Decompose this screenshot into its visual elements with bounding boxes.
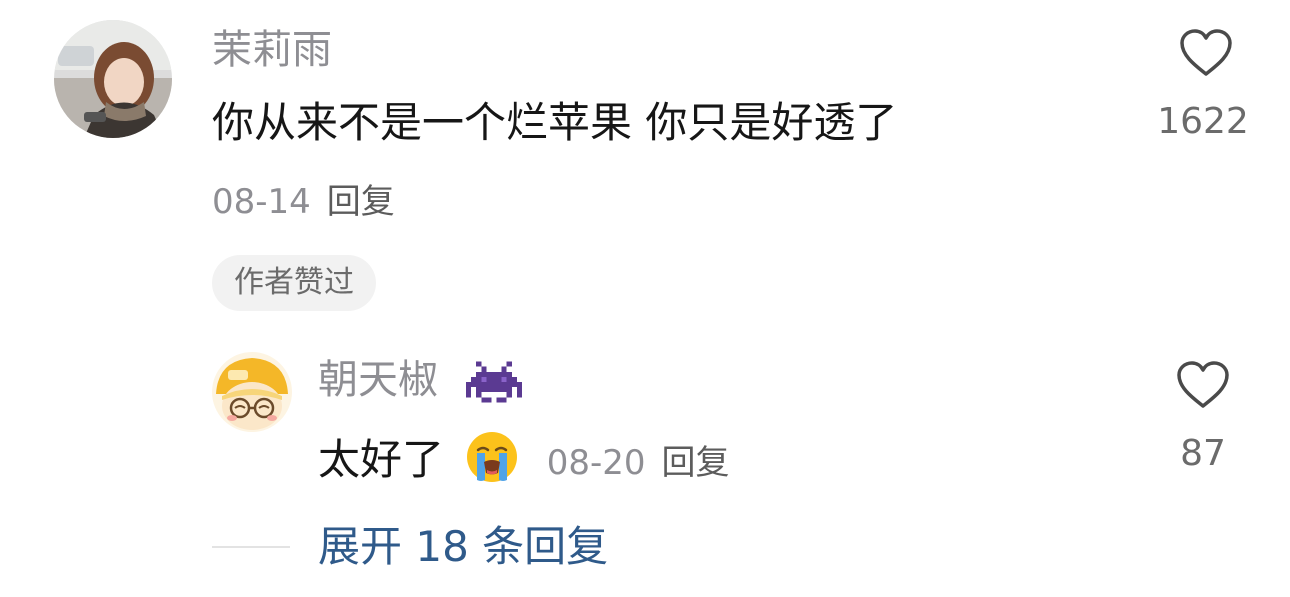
avatar[interactable] (54, 20, 172, 138)
reply-like-button[interactable] (1143, 360, 1263, 414)
divider (212, 546, 290, 548)
reply-line: 太好了 08-20 回复 (318, 430, 730, 487)
comment-text: 你从来不是一个烂苹果 你只是好透了 (212, 98, 898, 147)
space-invader-icon (466, 360, 522, 408)
heart-outline-icon[interactable] (1178, 28, 1234, 78)
heart-outline-icon[interactable] (1175, 360, 1231, 410)
reply-username[interactable]: 朝天椒 (318, 356, 438, 404)
author-liked-badge: 作者赞过 (212, 255, 376, 311)
like-button[interactable] (1146, 28, 1266, 82)
comment-meta: 08-14 回复 (212, 182, 395, 222)
loudly-crying-face-emoji (467, 432, 518, 482)
reply-date: 08-20 (546, 443, 646, 483)
reply-reply-button[interactable]: 回复 (662, 443, 730, 483)
comment-username[interactable]: 茉莉雨 (212, 26, 332, 74)
reply-text: 太好了 (318, 435, 445, 484)
reply-button[interactable]: 回复 (327, 182, 395, 222)
like-count: 1622 (1157, 101, 1249, 142)
expand-replies-link[interactable]: 展开 18 条回复 (318, 522, 608, 572)
reply-avatar[interactable] (212, 352, 292, 432)
reply-meta: 08-20 回复 (547, 443, 730, 483)
reply-like-count: 87 (1180, 433, 1226, 474)
comment-date: 08-14 (212, 182, 311, 222)
